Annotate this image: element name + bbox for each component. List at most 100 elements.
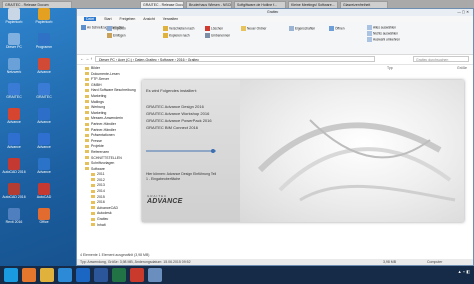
desktop-icon[interactable]: AutoCAD 2016 (0, 183, 28, 205)
nav-item-label: Projekte (91, 144, 104, 149)
desktop-icon[interactable]: Advance (0, 108, 28, 130)
paste-button[interactable]: Einfügen (107, 33, 126, 38)
folder-icon (85, 133, 89, 137)
desktop-icon[interactable]: AutoCAD 2016 (0, 158, 28, 180)
folder-icon (38, 8, 50, 20)
desktop-icon[interactable]: Dieser PC (0, 33, 28, 55)
ie-taskbar-icon[interactable] (58, 268, 72, 282)
revit-icon (8, 208, 20, 220)
nav-item-label: Mailings (91, 99, 104, 104)
window-controls[interactable]: — ▢ ✕ (457, 9, 469, 16)
address-bar[interactable]: Dieser PC › Acer (C:) › Daten-Graitec › … (95, 56, 375, 62)
browser-tab[interactable]: GRAITEC - Release Docum (140, 1, 184, 8)
nav-item-label: SCHNITTSTELLEN (91, 155, 122, 160)
browser-tab[interactable]: Softgiftware.de Hotline f... (234, 1, 286, 8)
advance-icon (8, 133, 20, 145)
desktop-icon[interactable]: Advance (30, 158, 58, 180)
desktop-icon[interactable]: Papierkorb (0, 8, 28, 30)
properties-button[interactable]: Eigenschaften (289, 26, 315, 31)
move-to-button[interactable]: Verschieben nach (163, 26, 194, 31)
nav-item[interactable]: Inhalt (77, 223, 143, 229)
nav-item-label: Hard Software Beschreibung (91, 88, 136, 93)
folder-icon (91, 184, 95, 188)
installer-progress (146, 149, 216, 153)
desktop-icon[interactable]: Advance (0, 133, 28, 155)
nav-item-label: Inhalt (97, 222, 106, 227)
desktop-icon[interactable]: Programm (30, 33, 58, 55)
computer-icon (8, 33, 20, 45)
select-all-icon (367, 25, 372, 30)
desktop-icon[interactable]: Advance (30, 108, 58, 130)
nav-item-label: 2015 (97, 194, 105, 199)
folder-icon (91, 178, 95, 182)
column-type[interactable]: Typ (387, 66, 393, 70)
select-all-button[interactable]: Alles auswählen (367, 25, 396, 30)
select-none-button[interactable]: Nichts auswählen (367, 31, 398, 36)
ribbon-tab[interactable]: Freigeben (120, 17, 136, 21)
ribbon-tab[interactable]: Datei (84, 17, 97, 21)
installer-item: GRAITEC Advance PowerPack 2016 (146, 118, 212, 123)
folder-icon (85, 144, 89, 148)
folder-icon (91, 212, 95, 216)
start-taskbar-icon[interactable] (4, 268, 18, 282)
installer-footer: Hier können: Advance Design Einführung T… (146, 172, 217, 176)
outlook-taskbar-icon[interactable] (76, 268, 90, 282)
desktop-icon[interactable]: Office (30, 208, 58, 230)
explorer-taskbar-icon[interactable] (40, 268, 54, 282)
desktop-icon[interactable]: Advance (30, 133, 58, 155)
delete-button[interactable]: Löschen (205, 26, 223, 31)
desktop-icon[interactable]: GRAITEC (30, 83, 58, 105)
app-taskbar-icon[interactable] (148, 268, 162, 282)
ribbon-tab[interactable]: Ansicht (143, 17, 154, 21)
ribbon-tab[interactable]: Start (104, 17, 111, 21)
browser-tab[interactable]: Kleine Meetings! Software... (288, 1, 338, 8)
folder-icon (91, 195, 95, 199)
copy-button[interactable]: Kopieren (107, 26, 126, 31)
details-text: Typ: Anwendung, Größe: 3,98 MB, Änderung… (80, 260, 191, 264)
browser-tab[interactable]: Glasreizenfreiheit (340, 1, 388, 8)
desktop-icon[interactable]: GRAITEC (0, 83, 28, 105)
folder-icon (85, 122, 89, 126)
new-folder-button[interactable]: Neuer Ordner (241, 26, 267, 31)
system-tray[interactable]: ▲ ⌁ ◧ (458, 269, 470, 274)
recycle-bin-icon (8, 8, 20, 20)
nav-item-label: Marketing (91, 110, 107, 115)
ribbon-tab[interactable]: Verwalten (163, 17, 178, 21)
nav-item-label: AdvanceCAD (97, 205, 119, 210)
rename-icon (205, 33, 210, 38)
advance-icon (38, 58, 50, 70)
browser-tab[interactable]: Bruderhaus Wiesen - NSCHR (f... (186, 1, 232, 8)
desktop-icon[interactable]: Advance (30, 58, 58, 80)
search-input[interactable]: Graitec durchsuchen (413, 56, 469, 62)
network-icon (8, 58, 20, 70)
word-taskbar-icon[interactable] (94, 268, 108, 282)
nav-item-label: FTP-Server (91, 77, 110, 82)
progress-knob (210, 149, 215, 153)
ribbon: An Schnellzugriff anheften Kopieren Einf… (77, 22, 473, 55)
folder-icon (91, 200, 95, 204)
properties-icon (289, 26, 294, 31)
paste-icon (107, 33, 112, 38)
desktop-icon[interactable]: AutoCAD (30, 183, 58, 205)
folder-icon (85, 66, 89, 70)
desktop-icon[interactable]: Papierkorb (30, 8, 58, 30)
folder-icon (85, 156, 89, 160)
copy-to-button[interactable]: Kopieren nach (163, 33, 190, 38)
desktop-icon[interactable]: Revit 2016 (0, 208, 28, 230)
folder-icon (91, 217, 95, 221)
browser-tab[interactable]: GRAITEC - Release Docum (2, 1, 72, 8)
invert-selection-button[interactable]: Auswahl umkehren (367, 37, 400, 42)
firefox-taskbar-icon[interactable] (22, 268, 36, 282)
excel-taskbar-icon[interactable] (112, 268, 126, 282)
folder-icon (85, 116, 89, 120)
back-forward-icon[interactable]: ← → ↑ (80, 56, 92, 61)
column-size[interactable]: Größe (457, 66, 467, 70)
rename-button[interactable]: Umbenennen (205, 33, 230, 38)
open-button[interactable]: Öffnen (329, 26, 345, 31)
nav-item-label: Presse (91, 138, 102, 143)
nav-item-label: 2011 (97, 172, 105, 177)
swirl-artwork (257, 119, 456, 202)
new-folder-icon (241, 26, 246, 31)
desktop-icon[interactable]: Netzwerk (0, 58, 28, 80)
app-taskbar-icon[interactable] (130, 268, 144, 282)
